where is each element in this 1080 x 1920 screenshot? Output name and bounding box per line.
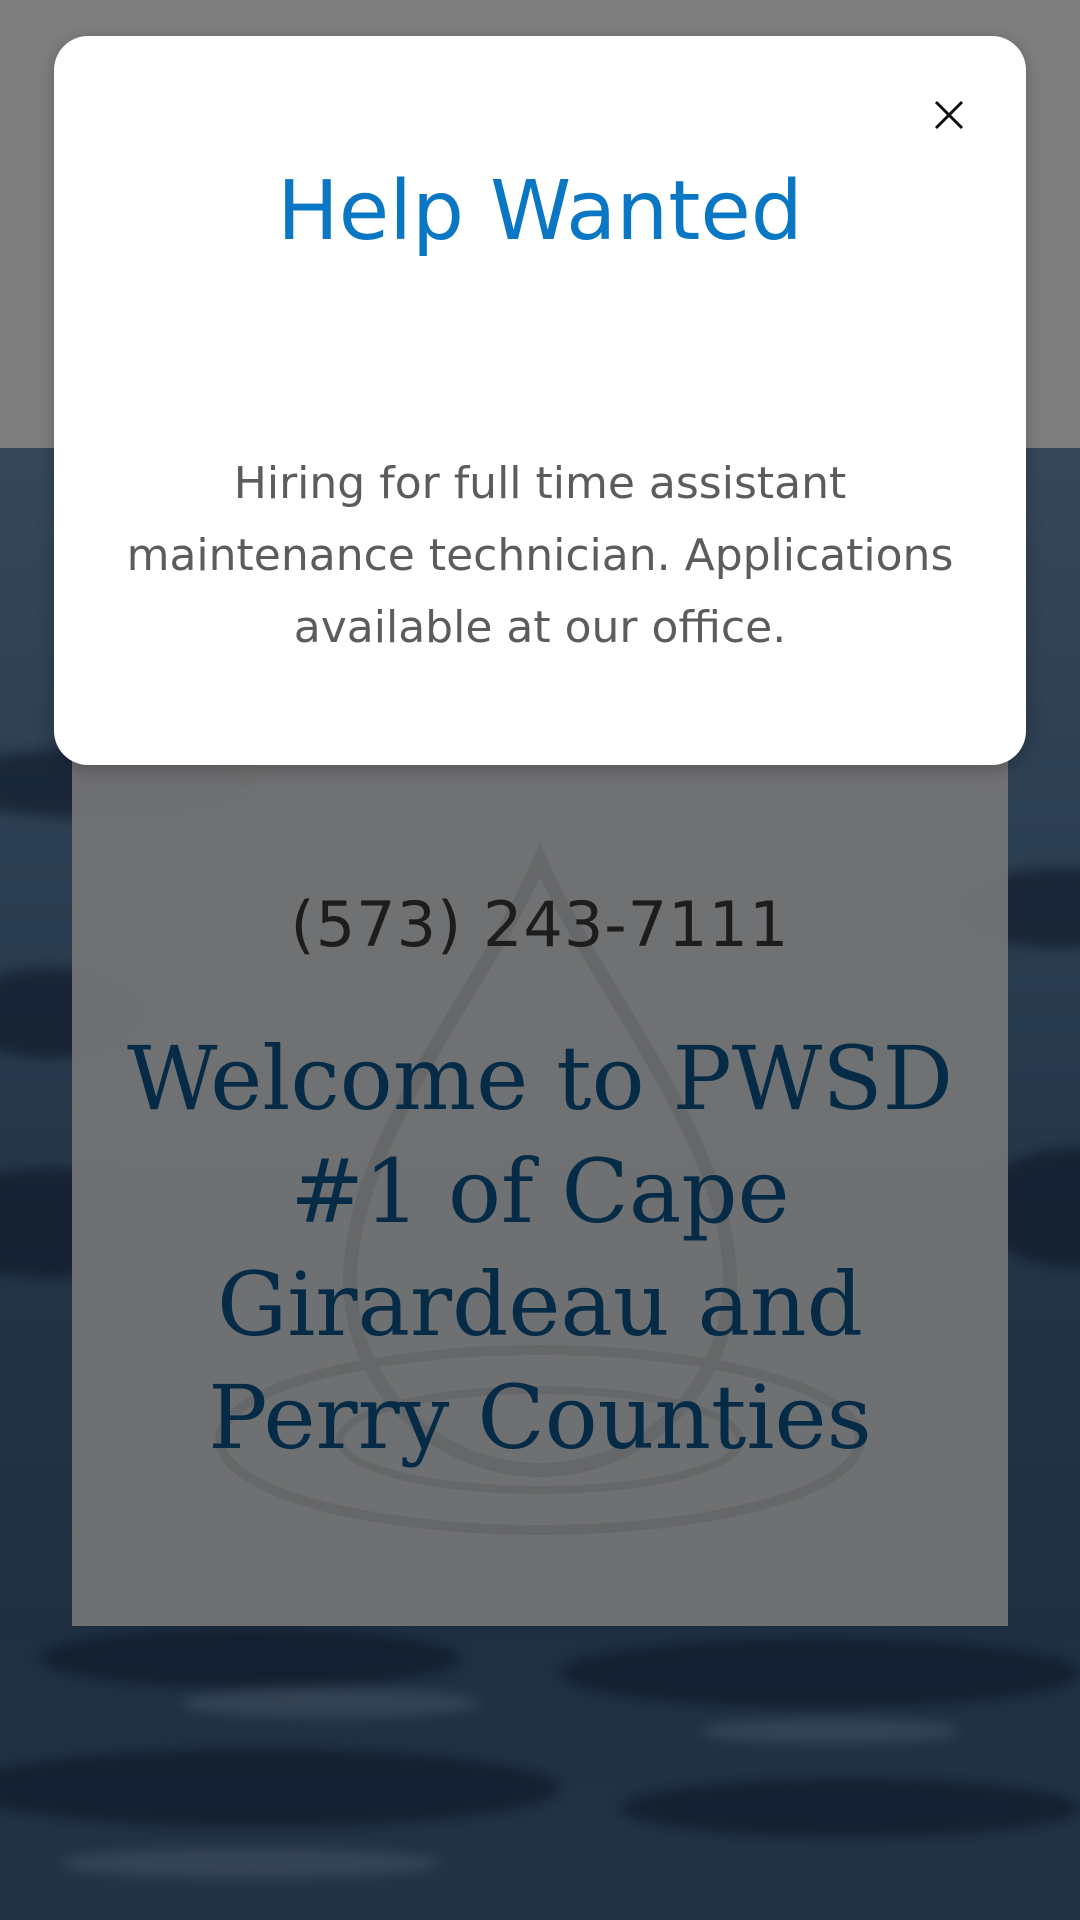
close-icon[interactable] (922, 88, 976, 142)
help-wanted-modal: Help Wanted Hiring for full time assista… (54, 36, 1026, 765)
close-button[interactable] (922, 88, 976, 142)
modal-message: Hiring for full time assistant maintenan… (126, 458, 954, 653)
modal-title: Help Wanted (277, 164, 803, 259)
